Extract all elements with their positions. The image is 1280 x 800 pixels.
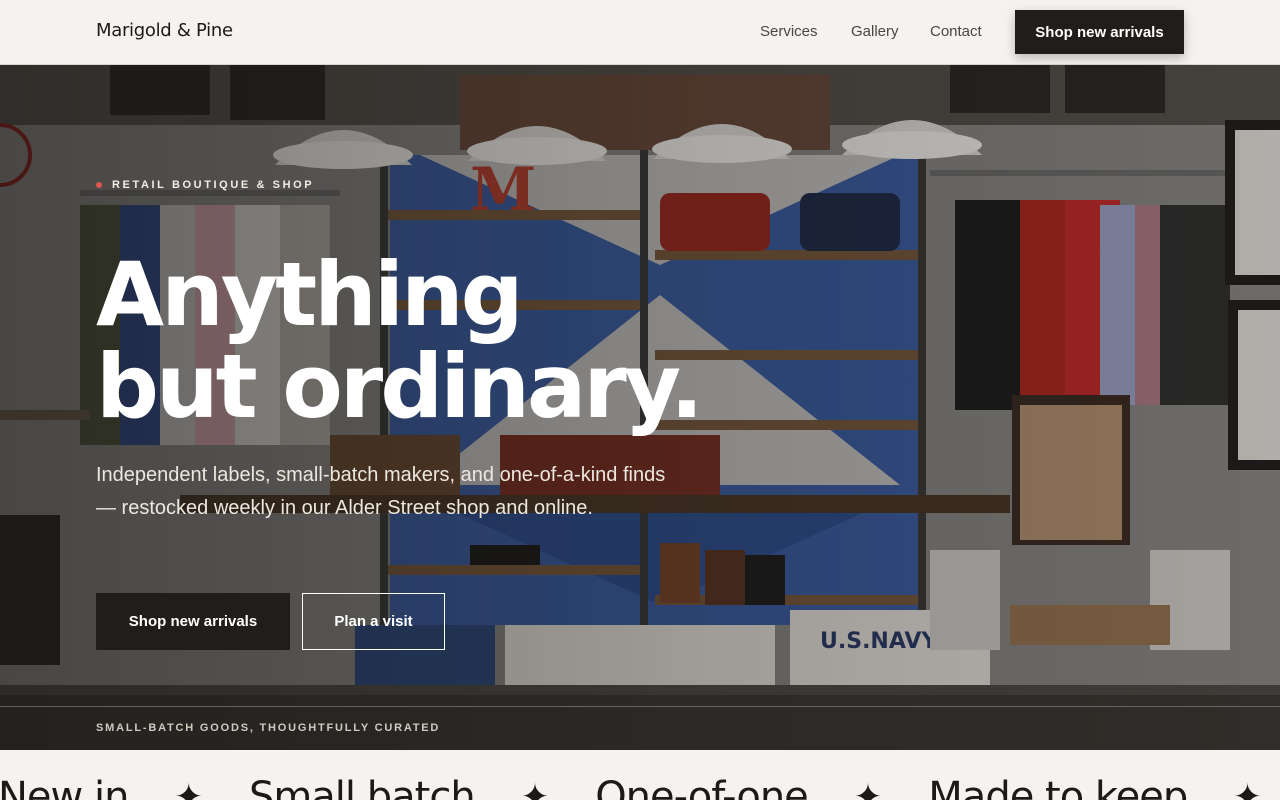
headline-line-1: Anything (96, 243, 524, 346)
four-point-star-icon: ✦ (174, 778, 203, 800)
four-point-star-icon: ✦ (853, 778, 883, 800)
marquee-item: New in (0, 774, 129, 800)
four-point-star-icon: ✦ (1233, 778, 1262, 800)
nav-link-services[interactable]: Services (760, 23, 818, 40)
marquee-item: One-of-one (595, 774, 809, 800)
marquee-item: Made to keep (928, 774, 1188, 800)
hero-section: M (0, 65, 1280, 750)
hero-eyebrow: RETAIL BOUTIQUE & SHOP (96, 179, 314, 191)
headline-line-2: but ordinary. (96, 335, 703, 438)
eyebrow-label: RETAIL BOUTIQUE & SHOP (112, 179, 315, 191)
hero-subtext: Independent labels, small-batch makers, … (96, 464, 666, 519)
brand-logo[interactable]: Marigold & Pine (96, 20, 233, 41)
eyebrow-dot-icon (96, 182, 102, 188)
site-header: Marigold & Pine Services Gallery Contact… (0, 0, 1280, 65)
hero-divider (0, 706, 1280, 707)
hero-headline: Anything but ordinary. (96, 243, 703, 438)
hero-tagline: SMALL-BATCH GOODS, THOUGHTFULLY CURATED (96, 722, 441, 734)
marquee-item: Small batch (248, 774, 476, 800)
nav-link-gallery[interactable]: Gallery (851, 23, 899, 40)
nav-link-contact[interactable]: Contact (930, 23, 982, 40)
plan-visit-button[interactable]: Plan a visit (302, 593, 445, 650)
shop-new-arrivals-button[interactable]: Shop new arrivals (96, 593, 290, 650)
four-point-star-icon: ✦ (520, 778, 550, 800)
marquee-track: New in ✦ Small batch ✦ One-of-one ✦ Made… (0, 774, 1280, 800)
marquee-band: New in ✦ Small batch ✦ One-of-one ✦ Made… (0, 750, 1280, 800)
header-shop-button[interactable]: Shop new arrivals (1015, 10, 1184, 54)
